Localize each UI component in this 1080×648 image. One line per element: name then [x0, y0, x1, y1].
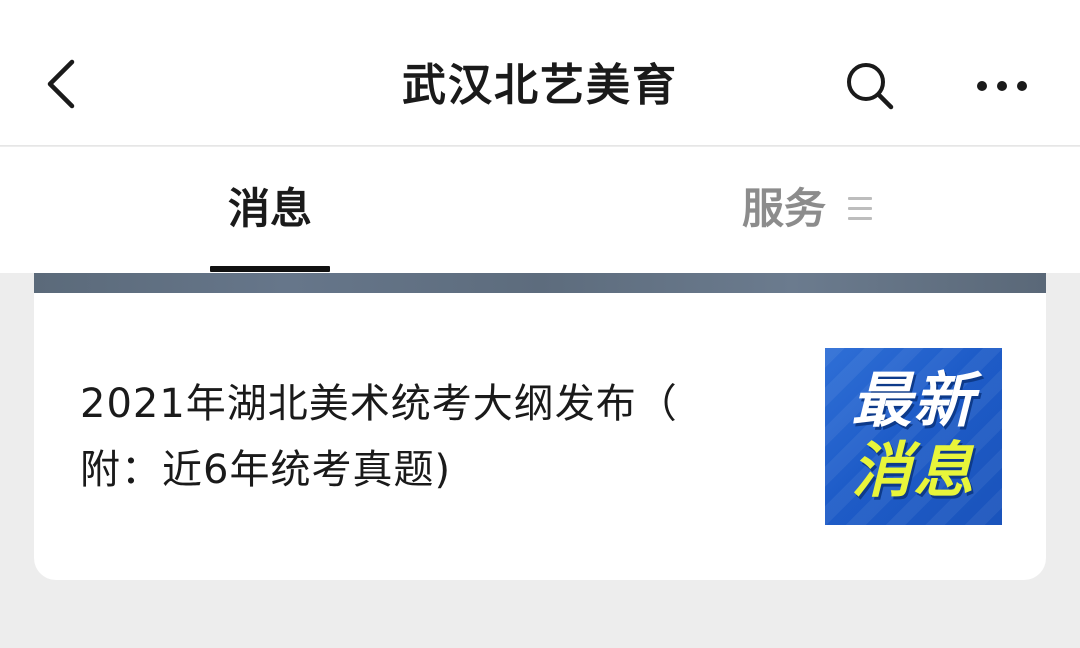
article-thumbnail: 最新 消息 [825, 348, 1002, 525]
search-button[interactable] [836, 56, 904, 116]
article-card[interactable]: 2021年湖北美术统考大纲发布（ 附：近6年统考真题) 最新 消息 [34, 293, 1046, 580]
more-button[interactable] [966, 56, 1038, 116]
thumbnail-text-line-2: 消息 [851, 436, 976, 506]
menu-lines-icon [848, 197, 872, 223]
more-horizontal-icon [977, 81, 1027, 91]
tab-messages[interactable]: 消息 [200, 147, 340, 273]
page-title: 武汉北艺美育 [402, 60, 678, 111]
thumbnail-text-line-1: 最新 [851, 366, 976, 436]
tab-messages-label: 消息 [227, 184, 312, 233]
article-title-line-2: 附：近6年统考真题) [80, 447, 452, 493]
previous-card-banner-edge [34, 273, 1046, 293]
search-icon [847, 63, 894, 110]
back-button[interactable] [30, 52, 94, 116]
tab-services[interactable]: 服务 [730, 147, 890, 273]
article-title-line-1: 2021年湖北美术统考大纲发布（ [80, 381, 678, 427]
active-tab-indicator [210, 266, 330, 272]
chevron-left-icon [47, 59, 75, 109]
tab-bar: 消息 服务 [0, 147, 1080, 273]
article-title: 2021年湖北美术统考大纲发布（ 附：近6年统考真题) [80, 371, 780, 503]
tab-services-label: 服务 [742, 184, 827, 233]
top-nav-bar: 武汉北艺美育 [0, 0, 1080, 146]
screen: 武汉北艺美育 消息 服务 2021年湖北美术统考大纲发布（ 附：近6年统考真题)… [0, 0, 1080, 648]
